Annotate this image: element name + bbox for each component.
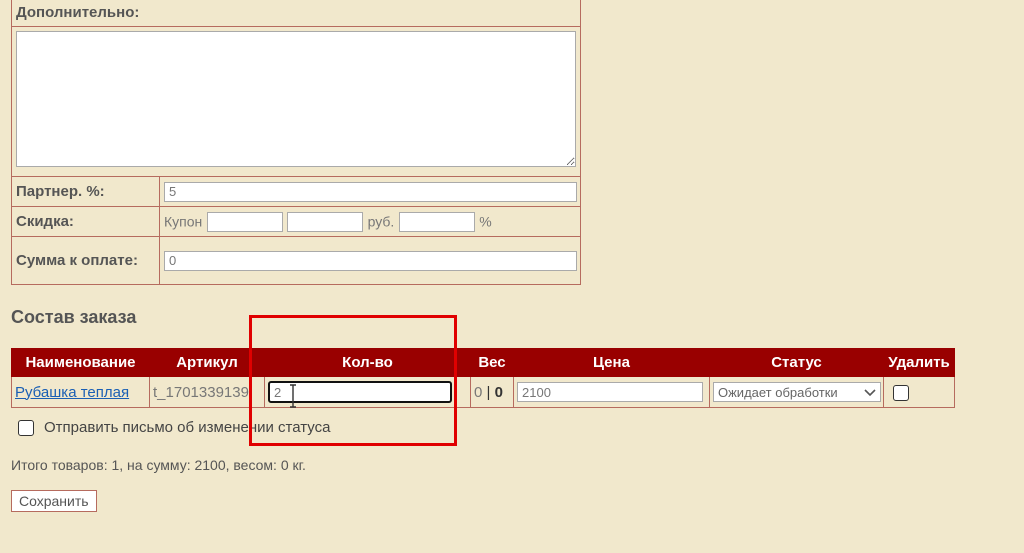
chevron-down-icon <box>864 385 876 400</box>
col-qty: Кол-во <box>264 348 471 377</box>
payable-input[interactable] <box>164 250 577 271</box>
col-price: Цена <box>513 348 710 377</box>
order-total: Итого товаров: 1, на сумму: 2100, весом:… <box>11 457 306 473</box>
status-select[interactable]: Ожидает обработки <box>713 382 881 402</box>
discount-rub-input[interactable] <box>287 211 364 232</box>
discount-label: Скидка: <box>11 206 160 237</box>
price-input[interactable] <box>517 382 703 402</box>
additional-label: Дополнительно: <box>11 0 581 27</box>
percent-label: % <box>479 213 492 229</box>
col-delete: Удалить <box>883 348 955 377</box>
col-weight: Вес <box>470 348 514 377</box>
delete-checkbox[interactable] <box>893 384 909 401</box>
table-row: Рубашка теплая t_1701339139 0 | 0 Ожидае… <box>11 376 955 408</box>
weight-separator: | <box>486 383 491 401</box>
col-sku: Артикул <box>149 348 265 377</box>
coupon-input[interactable] <box>206 211 283 232</box>
coupon-label: Купон <box>164 213 203 229</box>
sku-cell: t_1701339139 <box>149 376 265 408</box>
status-value: Ожидает обработки <box>718 384 838 400</box>
order-details-form: Дополнительно: Партнер. %: Скидка: Купон… <box>11 0 581 285</box>
notify-checkbox[interactable] <box>18 419 34 436</box>
partner-percent-input[interactable] <box>164 181 577 202</box>
col-name: Наименование <box>11 348 150 377</box>
text-cursor-icon <box>289 384 297 408</box>
discount-percent-input[interactable] <box>398 211 475 232</box>
payable-label: Сумма к оплате: <box>11 236 160 285</box>
partner-label: Партнер. %: <box>11 176 160 207</box>
weight-value: 0 <box>474 383 483 401</box>
order-section-title: Состав заказа <box>11 307 137 327</box>
table-header-row: Наименование Артикул Кол-во Вес Цена Ста… <box>11 348 955 377</box>
product-link[interactable]: Рубашка теплая <box>15 384 129 401</box>
order-items-table: Наименование Артикул Кол-во Вес Цена Ста… <box>11 348 955 408</box>
weight-cell: 0 | 0 <box>470 376 514 408</box>
rub-label: руб. <box>367 213 395 229</box>
notify-row: Отправить письмо об изменении статуса <box>18 419 330 436</box>
col-status: Статус <box>709 348 884 377</box>
notify-label: Отправить письмо об изменении статуса <box>44 419 331 436</box>
additional-textarea[interactable] <box>16 31 576 167</box>
weight-total: 0 <box>494 383 503 401</box>
save-button[interactable]: Сохранить <box>11 490 97 512</box>
